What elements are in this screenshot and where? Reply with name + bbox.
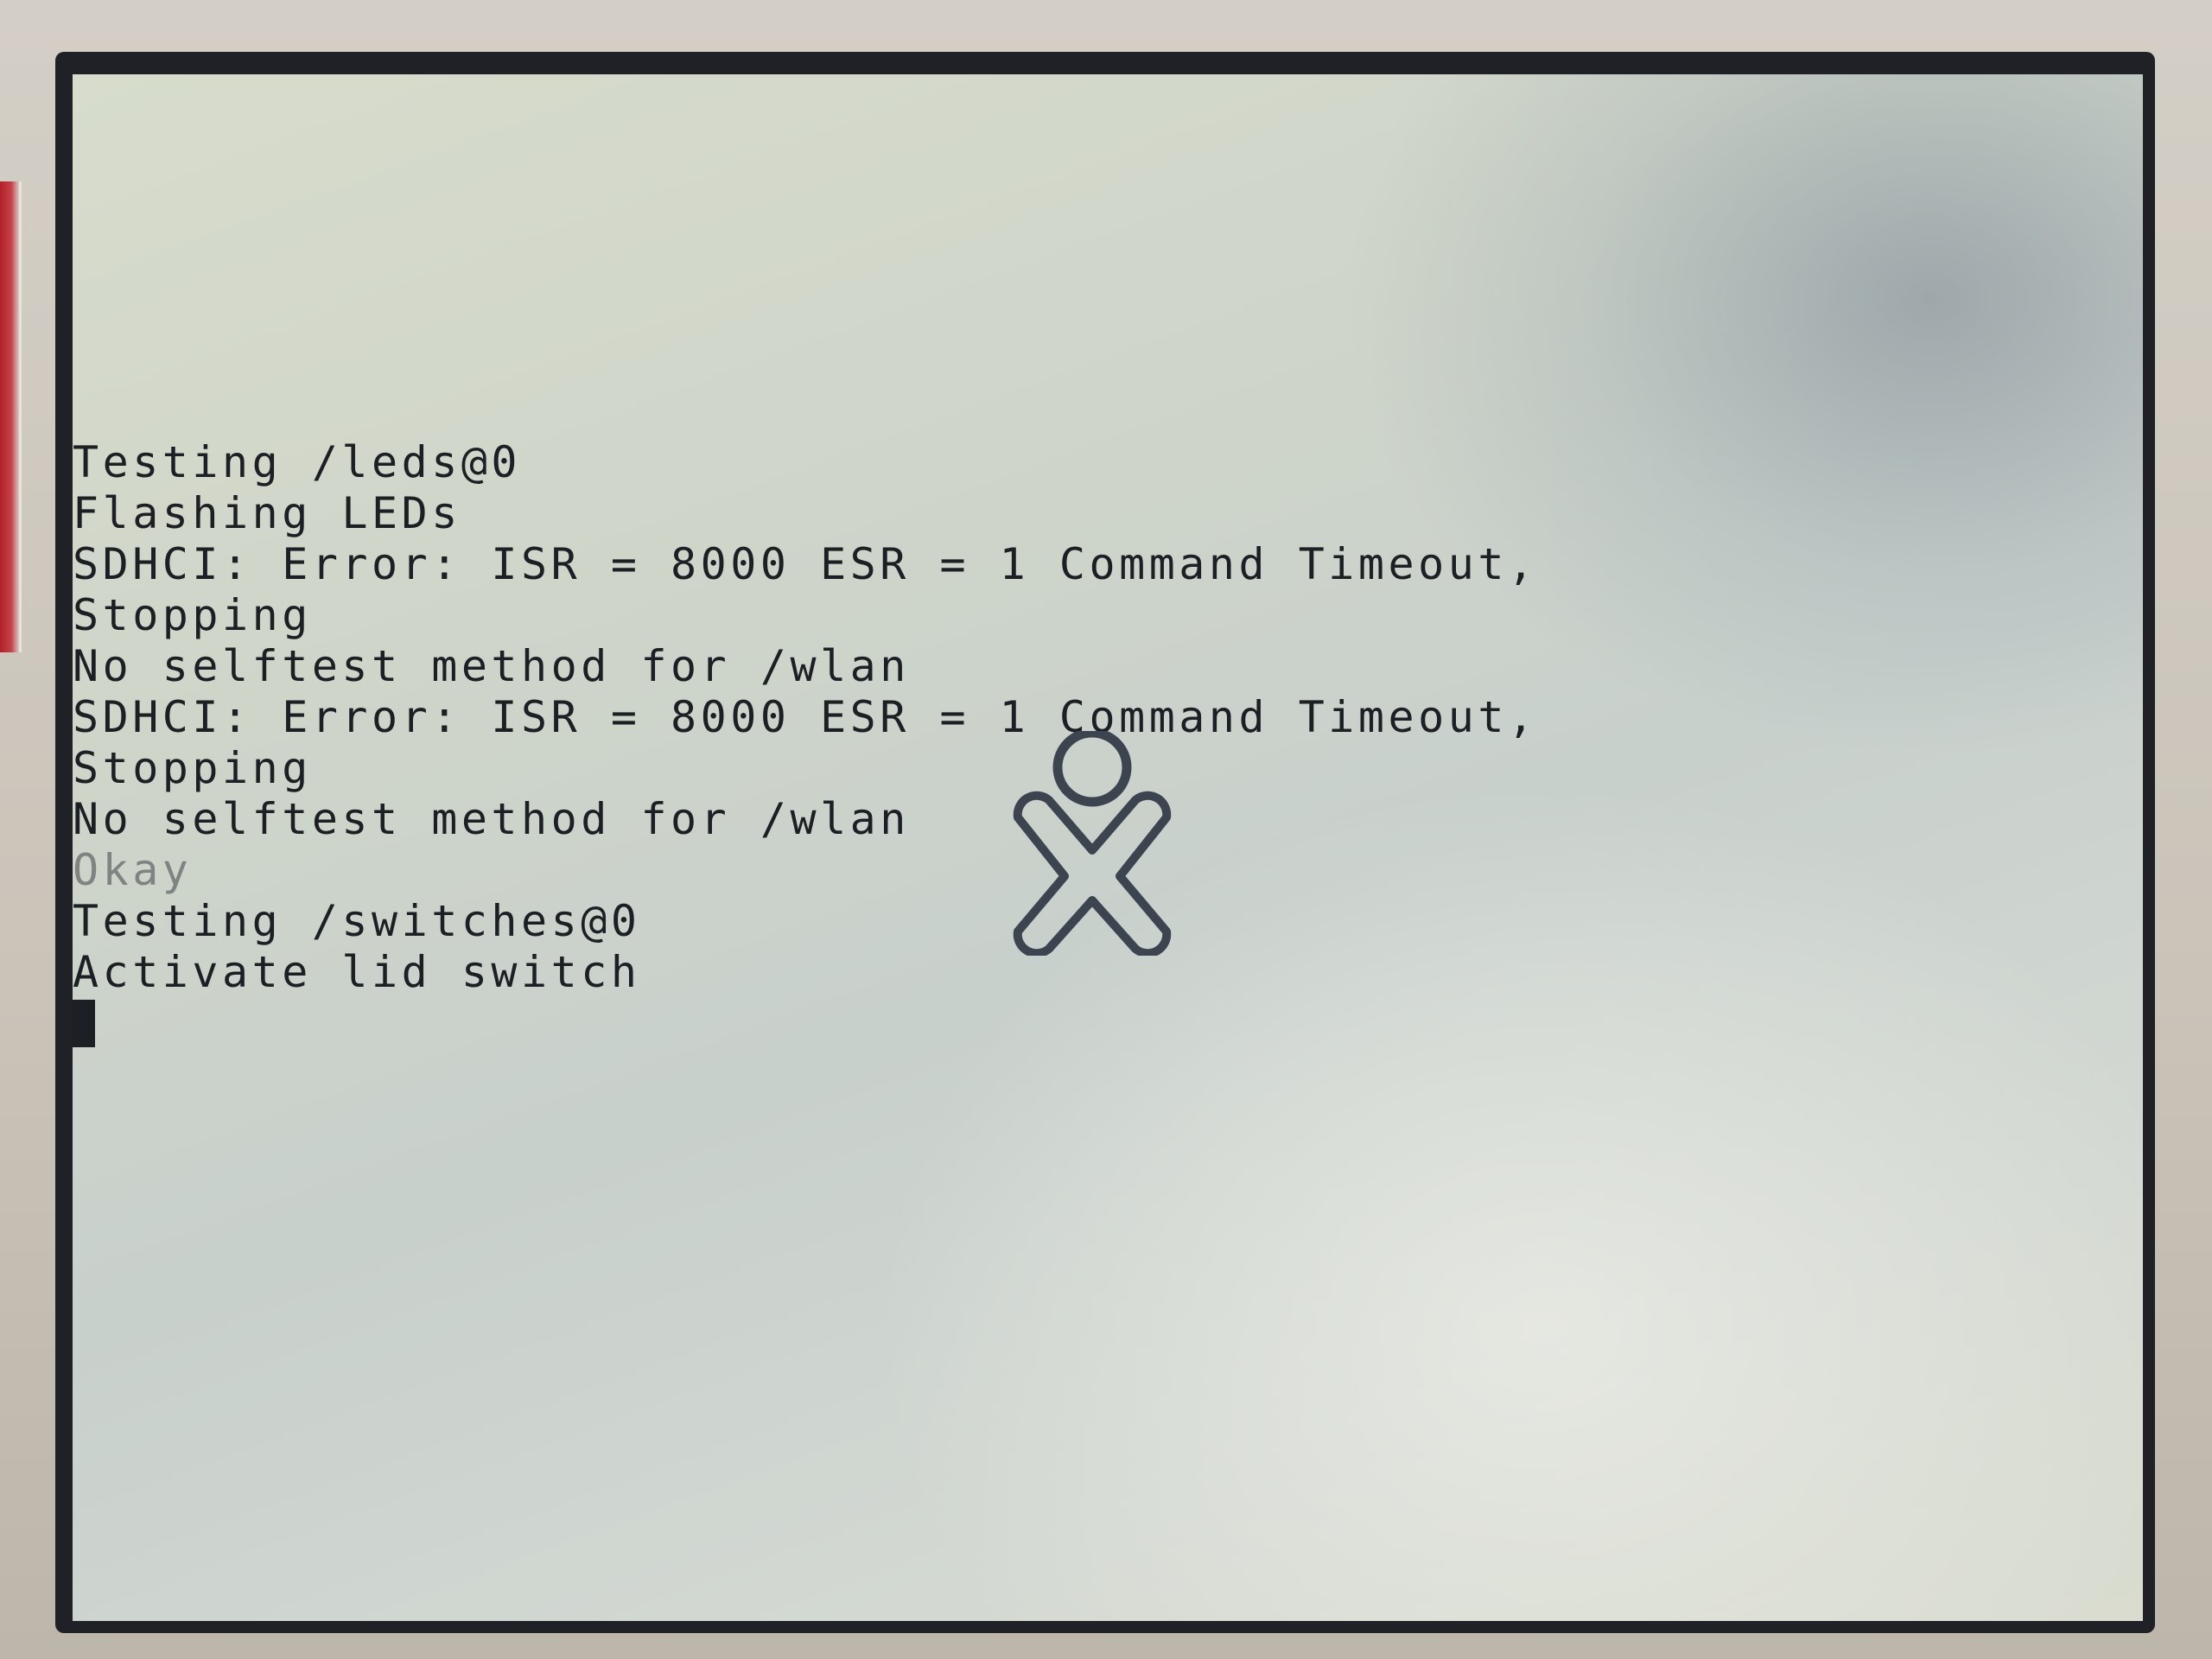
console-line: SDHCI: Error: ISR = 8000 ESR = 1 Command… — [73, 692, 1538, 742]
console-line: Testing /switches@0 — [73, 896, 641, 946]
console-line: No selftest method for /wlan — [73, 794, 910, 844]
xo-logo-body — [1013, 791, 1172, 956]
console-line: Testing /leds@0 — [73, 437, 522, 487]
console-line: Activate lid switch — [73, 947, 641, 997]
console-cursor[interactable] — [73, 1000, 95, 1047]
console-line: SDHCI: Error: ISR = 8000 ESR = 1 Command… — [73, 539, 1538, 589]
console-line: No selftest method for /wlan — [73, 641, 910, 691]
console-line-okay: Okay — [73, 845, 193, 895]
xo-logo-icon — [1013, 731, 1172, 956]
laptop-bezel: Testing /leds@0 Flashing LEDs SDHCI: Err… — [0, 0, 2212, 1659]
console-line: Stopping — [73, 590, 312, 640]
boot-console-screen: Testing /leds@0 Flashing LEDs SDHCI: Err… — [73, 74, 2143, 1621]
bezel-sticker — [0, 181, 22, 652]
console-output: Testing /leds@0 Flashing LEDs SDHCI: Err… — [73, 437, 1538, 1047]
console-line: Stopping — [73, 743, 312, 793]
console-line: Flashing LEDs — [73, 488, 461, 538]
xo-logo-head — [1052, 731, 1132, 807]
